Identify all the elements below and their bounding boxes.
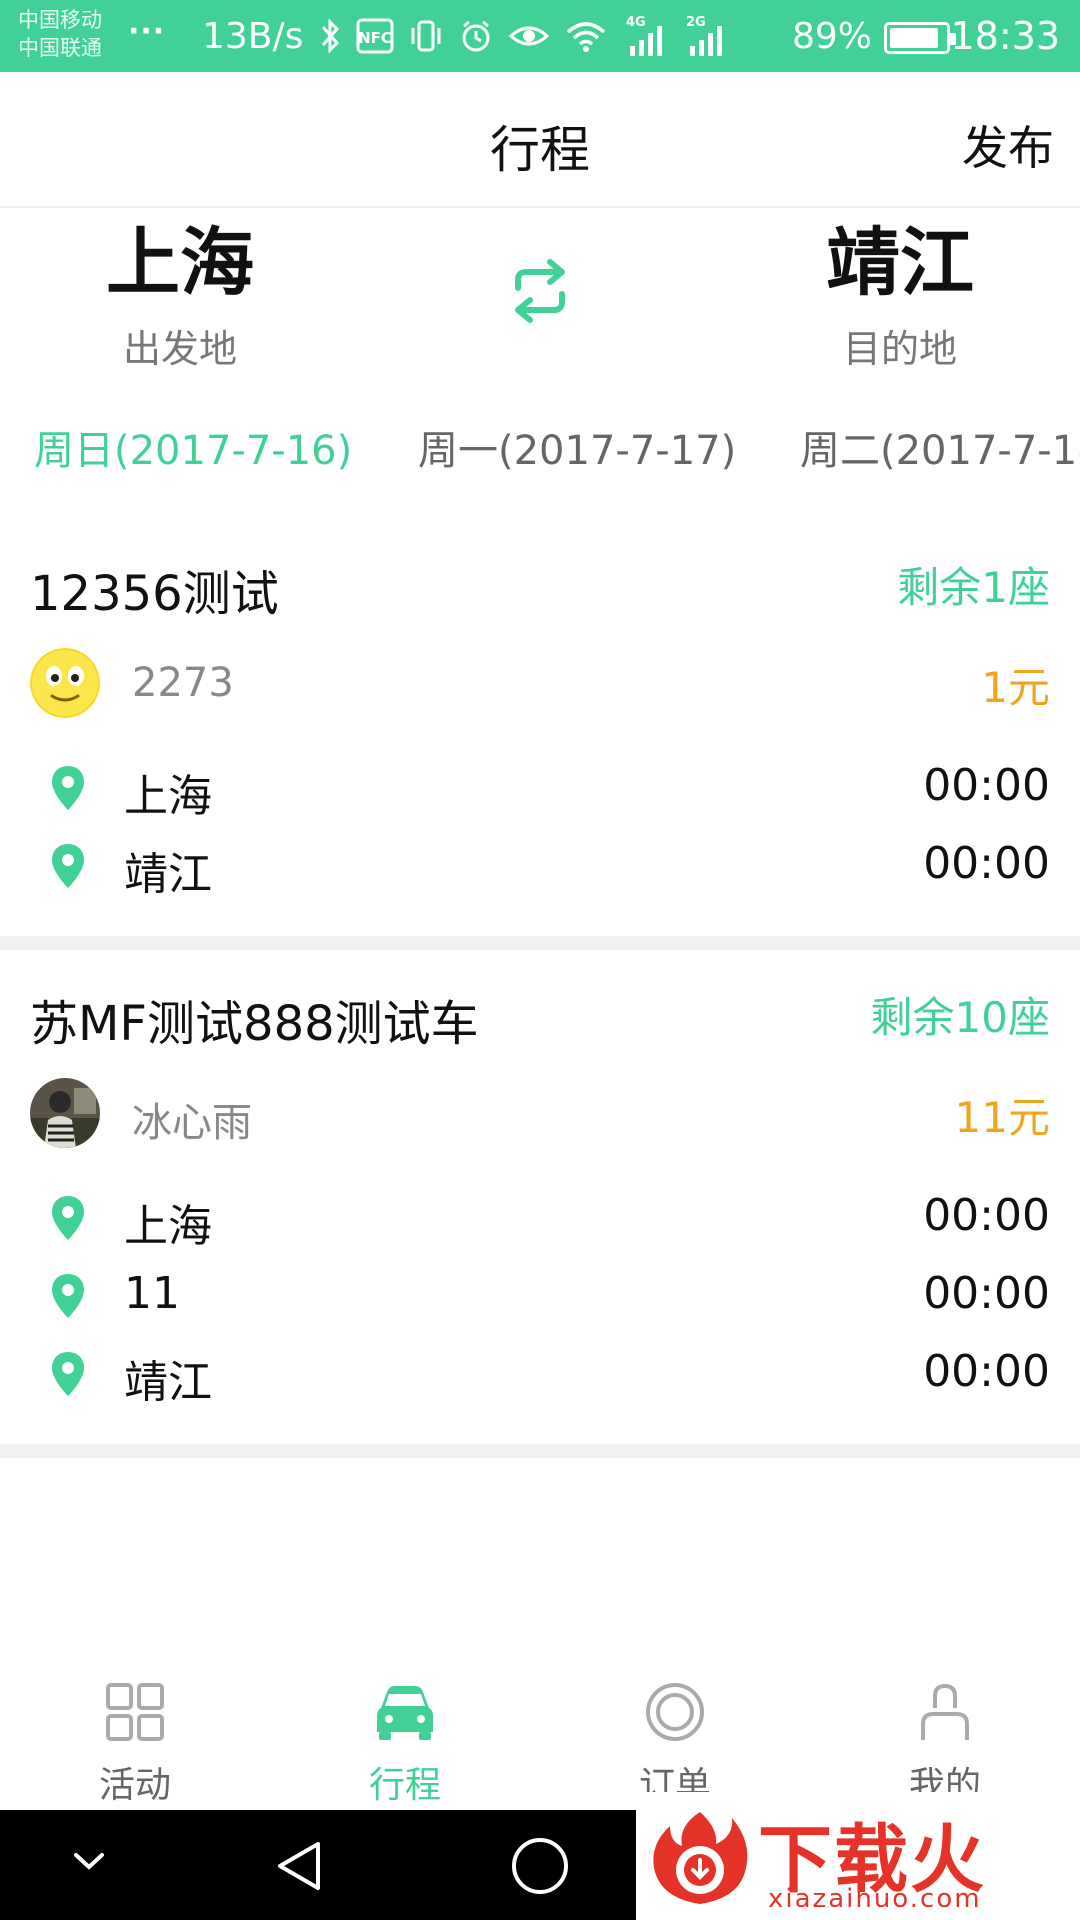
- watermark-url: xiazaihuo.com: [768, 1884, 982, 1914]
- stop-name: 靖江: [124, 1357, 212, 1408]
- stop-name: 靖江: [124, 849, 212, 900]
- vibrate-icon: [411, 20, 441, 52]
- publish-button[interactable]: 发布: [962, 112, 1054, 178]
- net-speed: 13B/s: [202, 16, 304, 57]
- route-stop: 靖江 00:00: [0, 1338, 1080, 1408]
- photo-avatar: [30, 1078, 100, 1148]
- battery-fill: [890, 28, 939, 48]
- date-tabs: 周日(2017-7-16) 周一(2017-7-17) 周二(2017-7-18…: [0, 418, 1080, 478]
- location-pin-icon: [52, 1352, 84, 1396]
- trip-card[interactable]: 12356测试 剩余1座 2273 1元 上海 00:00 靖江 00:00: [0, 530, 1080, 930]
- watermark-logo: [653, 1812, 748, 1904]
- route-stop: 上海 00:00: [0, 1182, 1080, 1252]
- vehicle-plate: 12356测试: [30, 566, 279, 622]
- grid-icon: [106, 1683, 164, 1741]
- carrier-labels: 中国移动 中国联通: [18, 6, 102, 62]
- date-tab[interactable]: 周一(2017-7-17): [418, 418, 736, 476]
- signal-4g-icon: 4G: [626, 15, 662, 56]
- stop-time: 00:00: [923, 1190, 1050, 1241]
- smiley-avatar: [30, 648, 100, 718]
- carrier-2: 中国联通: [18, 36, 102, 60]
- stop-time: 00:00: [923, 1268, 1050, 1319]
- watermark: 下载火 xiazaihuo.com: [636, 1792, 1080, 1920]
- destination-city: 靖江: [826, 220, 974, 306]
- destination-label: 目的地: [842, 327, 957, 371]
- trip-price: 11元: [954, 1093, 1050, 1142]
- chevron-down-icon[interactable]: [72, 1850, 106, 1872]
- battery-icon: [884, 22, 956, 54]
- vehicle-plate: 苏MF测试888测试车: [30, 996, 479, 1052]
- nfc-icon: NFC: [356, 18, 394, 54]
- stop-time: 00:00: [923, 1346, 1050, 1397]
- destination-selector[interactable]: 靖江 目的地: [750, 218, 1050, 373]
- order-icon: [646, 1683, 704, 1741]
- date-tab[interactable]: 周二(2017-7-18): [800, 418, 1080, 476]
- route-stop: 上海 00:00: [0, 752, 1080, 822]
- stop-name: 上海: [124, 771, 212, 822]
- nav-trips[interactable]: 行程: [270, 1660, 540, 1810]
- page-title: 行程: [490, 121, 590, 179]
- stop-time: 00:00: [923, 760, 1050, 811]
- departure-city: 上海: [106, 220, 254, 306]
- sim1-type: 4G: [626, 15, 646, 30]
- nav-label: 行程: [368, 1765, 441, 1806]
- stop-name: 上海: [124, 1201, 212, 1252]
- location-pin-icon: [52, 1274, 84, 1318]
- seats-remaining: 剩余1座: [897, 563, 1050, 612]
- card-divider: [0, 936, 1080, 950]
- stop-time: 00:00: [923, 838, 1050, 889]
- location-pin-icon: [52, 1196, 84, 1240]
- stop-name: 11: [124, 1268, 180, 1319]
- bottom-nav: 活动 行程 订单 我的: [0, 1660, 1080, 1810]
- clock: 18:33: [950, 14, 1060, 58]
- car-icon: [377, 1686, 433, 1740]
- battery-percent: 89%: [792, 16, 873, 57]
- swap-route-icon[interactable]: [504, 258, 576, 324]
- nav-activity[interactable]: 活动: [0, 1660, 270, 1810]
- title-bar: 行程 发布: [0, 72, 1080, 208]
- alarm-icon: [462, 20, 490, 52]
- wifi-icon: [566, 22, 606, 52]
- date-tab[interactable]: 周日(2017-7-16): [34, 418, 352, 476]
- eye-icon: [508, 26, 550, 46]
- back-icon[interactable]: [272, 1838, 328, 1894]
- bluetooth-icon: [321, 18, 340, 54]
- trip-card[interactable]: 苏MF测试888测试车 剩余10座 冰心雨 11元 上海 00:00 11 00…: [0, 960, 1080, 1440]
- seats-remaining: 剩余10座: [870, 993, 1050, 1042]
- trip-price: 1元: [981, 663, 1050, 712]
- driver-name: 冰心雨: [132, 1100, 252, 1146]
- departure-label: 出发地: [122, 327, 237, 371]
- home-icon[interactable]: [510, 1836, 570, 1896]
- status-bar: 中国移动 中国联通 ··· 13B/s NFC 4G 2G 89% 18:33: [0, 0, 1080, 72]
- card-divider: [0, 1444, 1080, 1458]
- svg-text:NFC: NFC: [358, 29, 392, 47]
- location-pin-icon: [52, 766, 84, 810]
- sim2-type: 2G: [686, 15, 706, 30]
- nav-profile[interactable]: 我的: [810, 1660, 1080, 1810]
- route-stop: 靖江 00:00: [0, 830, 1080, 900]
- route-stop: 11 00:00: [0, 1260, 1080, 1330]
- carrier-1: 中国移动: [18, 8, 102, 32]
- location-pin-icon: [52, 844, 84, 888]
- signal-2g-icon: 2G: [686, 15, 722, 56]
- nav-label: 活动: [98, 1765, 171, 1806]
- departure-selector[interactable]: 上海 出发地: [30, 218, 330, 373]
- more-notifications-dots: ···: [128, 14, 166, 49]
- status-icons: NFC 4G 2G: [320, 14, 728, 58]
- nav-orders[interactable]: 订单: [540, 1660, 810, 1810]
- user-icon: [921, 1683, 969, 1740]
- driver-name: 2273: [132, 660, 234, 706]
